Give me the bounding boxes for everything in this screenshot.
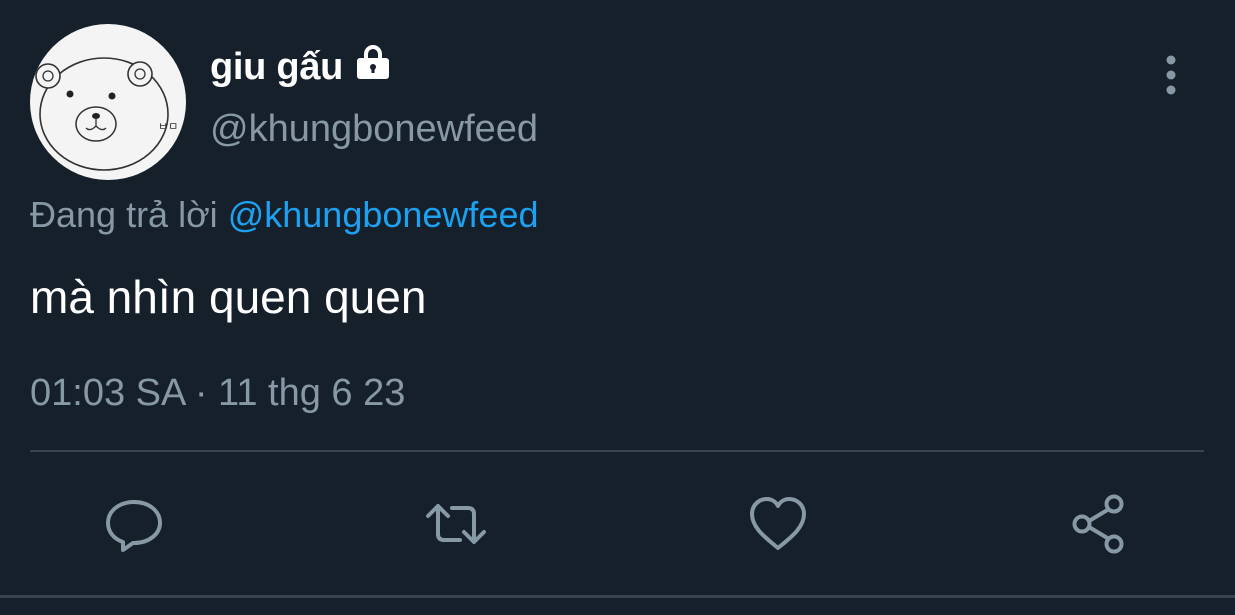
bottom-divider [0,595,1235,598]
reply-button[interactable] [102,492,166,556]
reply-icon [106,500,162,552]
lock-icon [353,43,393,83]
reply-mention-link[interactable]: @khungbonewfeed [228,194,539,235]
like-icon [750,497,806,550]
tweet-detail: ㅂㅁ giu gấu @khungbonewfeed Đang trả lời … [0,0,1235,615]
avatar[interactable]: ㅂㅁ [30,24,186,180]
replying-to-label: Đang trả lời [30,194,218,235]
meta-separator: · [194,372,208,414]
divider [30,450,1204,452]
tweet-timestamp[interactable]: 01:03 SA · 11 thg 6 23 [30,372,405,415]
retweet-button[interactable] [424,492,488,556]
avatar-signature: ㅂㅁ [158,120,178,133]
replying-to: Đang trả lời @khungbonewfeed [30,194,538,236]
like-button[interactable] [746,492,810,556]
tweet-text: mà nhìn quen quen [30,271,427,323]
bear-drawing: ㅂㅁ [35,57,178,171]
share-icon [1072,494,1124,554]
tweet-time: 01:03 SA [30,372,185,414]
share-button[interactable] [1068,492,1132,556]
tweet-date: 11 thg 6 23 [218,372,406,414]
retweet-icon [426,504,486,544]
more-options-icon[interactable] [1158,54,1184,98]
display-name[interactable]: giu gấu [210,46,343,89]
display-name-row: giu gấu [210,42,393,92]
author-handle[interactable]: @khungbonewfeed [210,108,538,151]
